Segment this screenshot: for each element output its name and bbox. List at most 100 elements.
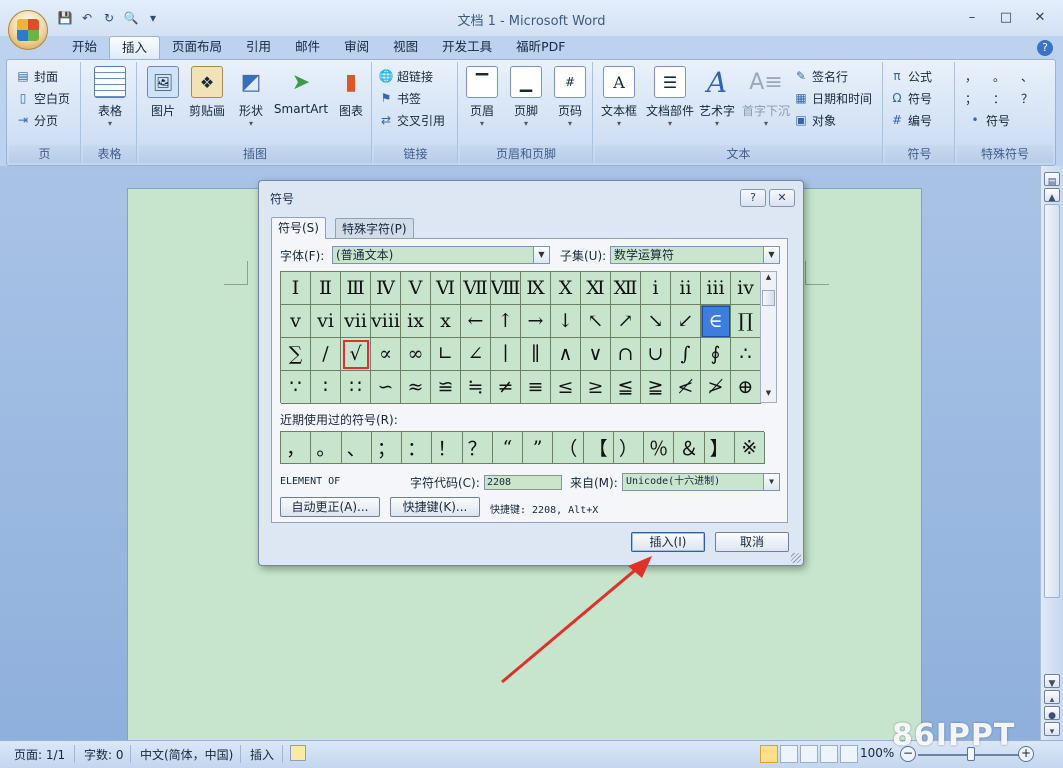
equation-button[interactable]: π 公式 bbox=[889, 66, 932, 86]
bookmark-button[interactable]: ⚑ 书签 bbox=[378, 88, 421, 108]
tab-home[interactable]: 开始 bbox=[60, 36, 109, 60]
recent-symbol-cell[interactable]: “ bbox=[492, 432, 523, 464]
symbol-cell[interactable]: ∮ bbox=[701, 338, 731, 371]
symbol-cell[interactable]: ↗ bbox=[611, 305, 641, 338]
close-button[interactable]: ✕ bbox=[1023, 6, 1057, 28]
symbol-cell[interactable]: ∠ bbox=[461, 338, 491, 371]
recent-symbol-cell[interactable]: （ bbox=[553, 432, 584, 464]
symbol-cell[interactable]: ∨ bbox=[581, 338, 611, 371]
symbol-cell[interactable]: Ⅷ bbox=[491, 272, 521, 305]
symbol-cell[interactable]: ∏ bbox=[731, 305, 761, 338]
macro-record-icon[interactable] bbox=[290, 745, 306, 761]
symbol-cell[interactable]: ≦ bbox=[611, 371, 641, 404]
symbol-cell[interactable]: Ⅸ bbox=[521, 272, 551, 305]
recent-symbol-cell[interactable]: 、 bbox=[341, 432, 372, 464]
tab-view[interactable]: 视图 bbox=[381, 36, 430, 60]
recent-symbol-cell[interactable]: ； bbox=[371, 432, 402, 464]
status-insert-mode[interactable]: 插入 bbox=[250, 746, 274, 763]
previous-page-icon[interactable]: ▴ bbox=[1044, 690, 1060, 705]
symbol-cell[interactable]: ∣ bbox=[491, 338, 521, 371]
recent-symbol-cell[interactable]: 】 bbox=[704, 432, 735, 464]
symbol-cell[interactable]: Ⅵ bbox=[431, 272, 461, 305]
special-symbol[interactable]: ； bbox=[965, 90, 977, 107]
symbol-cell[interactable]: ≒ bbox=[461, 371, 491, 404]
recent-symbol-cell[interactable]: ※ bbox=[734, 432, 765, 464]
status-word-count[interactable]: 字数: 0 bbox=[84, 746, 124, 763]
symbol-cell[interactable]: ⅷ bbox=[371, 305, 401, 338]
symbol-button[interactable]: Ω 符号 bbox=[889, 88, 932, 108]
hyperlink-button[interactable]: 🌐 超链接 bbox=[378, 66, 434, 86]
date-time-button[interactable]: ▦ 日期和时间 bbox=[793, 88, 872, 108]
special-symbol[interactable]: ？ bbox=[1021, 90, 1033, 107]
symbol-cell[interactable]: ≯ bbox=[701, 371, 731, 404]
symbol-cell[interactable]: ⊕ bbox=[731, 371, 761, 404]
scroll-thumb[interactable] bbox=[1044, 204, 1060, 598]
numbering-button[interactable]: # 编号 bbox=[889, 110, 932, 130]
next-page-icon[interactable]: ▾ bbox=[1044, 722, 1060, 737]
symbol-cell[interactable]: ∈ bbox=[701, 305, 731, 338]
footer-button[interactable]: ▁ 页脚 ▾ bbox=[504, 66, 548, 128]
special-symbol[interactable]: ， bbox=[965, 68, 977, 85]
vertical-scrollbar[interactable]: ▤ ▲ ▼ ▴ ● ▾ bbox=[1040, 166, 1063, 740]
web-layout-view-icon[interactable] bbox=[800, 745, 818, 763]
symbol-cell[interactable]: ∧ bbox=[551, 338, 581, 371]
tab-developer[interactable]: 开发工具 bbox=[430, 36, 504, 60]
dialog-close-button[interactable]: ✕ bbox=[769, 189, 795, 207]
signature-line-button[interactable]: ✎ 签名行 bbox=[793, 66, 848, 86]
symbol-cell[interactable]: ⅳ bbox=[731, 272, 761, 305]
tab-mailings[interactable]: 邮件 bbox=[283, 36, 332, 60]
special-symbol-button[interactable]: • 符号 bbox=[967, 110, 1010, 130]
blank-page-button[interactable]: ▯ 空白页 bbox=[15, 88, 70, 108]
scroll-up-icon[interactable]: ▲ bbox=[1044, 188, 1060, 203]
symbol-cell[interactable]: Ⅺ bbox=[581, 272, 611, 305]
symbol-cell[interactable]: ≮ bbox=[671, 371, 701, 404]
recent-symbol-cell[interactable]: ， bbox=[281, 432, 312, 464]
print-layout-view-icon[interactable] bbox=[760, 745, 778, 763]
maximize-button[interactable]: □ bbox=[989, 6, 1023, 28]
symbol-cell[interactable]: ∝ bbox=[371, 338, 401, 371]
symbol-cell[interactable]: √ bbox=[341, 338, 371, 371]
symbol-cell[interactable]: ≈ bbox=[401, 371, 431, 404]
character-code-input[interactable]: 2208 bbox=[484, 475, 562, 490]
symbol-cell[interactable]: Ⅱ bbox=[311, 272, 341, 305]
symbol-cell[interactable]: ∴ bbox=[731, 338, 761, 371]
symbol-cell[interactable]: ↖ bbox=[581, 305, 611, 338]
symbol-cell[interactable]: Ⅰ bbox=[281, 272, 311, 305]
special-symbol[interactable]: ： bbox=[993, 90, 1005, 107]
symbol-cell[interactable]: Ⅹ bbox=[551, 272, 581, 305]
page-break-button[interactable]: ⇥ 分页 bbox=[15, 110, 58, 130]
status-language[interactable]: 中文(简体，中国) bbox=[140, 746, 233, 763]
symbol-cell[interactable]: ∽ bbox=[371, 371, 401, 404]
drop-cap-button[interactable]: A≡ 首字下沉 ▾ bbox=[741, 66, 791, 129]
symbol-cell[interactable]: ∵ bbox=[281, 371, 311, 404]
symbol-cell[interactable]: ∷ bbox=[341, 371, 371, 404]
symbol-cell[interactable]: ⅲ bbox=[701, 272, 731, 305]
help-icon[interactable]: ? bbox=[1037, 40, 1053, 56]
symbol-grid-scroll-thumb[interactable] bbox=[762, 290, 775, 306]
symbol-cell[interactable]: Ⅴ bbox=[401, 272, 431, 305]
tab-insert[interactable]: 插入 bbox=[109, 36, 161, 60]
symbol-cell[interactable]: Ⅳ bbox=[371, 272, 401, 305]
insert-button[interactable]: 插入(I) bbox=[631, 532, 705, 552]
office-button[interactable] bbox=[8, 10, 48, 50]
symbol-cell[interactable]: Ⅻ bbox=[611, 272, 641, 305]
scroll-down-icon[interactable]: ▼ bbox=[1044, 674, 1060, 689]
symbol-cell[interactable]: ≠ bbox=[491, 371, 521, 404]
symbol-cell[interactable]: ∕ bbox=[311, 338, 341, 371]
symbol-cell[interactable]: ↙ bbox=[671, 305, 701, 338]
recent-symbol-cell[interactable]: ！ bbox=[432, 432, 463, 464]
recent-symbol-cell[interactable]: ＆ bbox=[674, 432, 705, 464]
picture-button[interactable]: 🖼 图片 bbox=[141, 66, 185, 119]
quick-parts-button[interactable]: ☰ 文档部件 ▾ bbox=[645, 66, 695, 128]
tab-special-characters[interactable]: 特殊字符(P) bbox=[335, 218, 414, 239]
text-box-button[interactable]: A 文本框 ▾ bbox=[597, 66, 641, 128]
resize-grip-icon[interactable] bbox=[791, 553, 801, 563]
symbol-cell[interactable]: ≧ bbox=[641, 371, 671, 404]
cancel-button[interactable]: 取消 bbox=[715, 532, 789, 552]
symbol-cell[interactable]: ∥ bbox=[521, 338, 551, 371]
zoom-in-icon[interactable]: + bbox=[1018, 746, 1034, 762]
symbol-cell[interactable]: ↑ bbox=[491, 305, 521, 338]
page-number-button[interactable]: # 页码 ▾ bbox=[548, 66, 592, 128]
symbol-cell[interactable]: ∫ bbox=[671, 338, 701, 371]
wordart-button[interactable]: A 艺术字 ▾ bbox=[695, 66, 739, 129]
